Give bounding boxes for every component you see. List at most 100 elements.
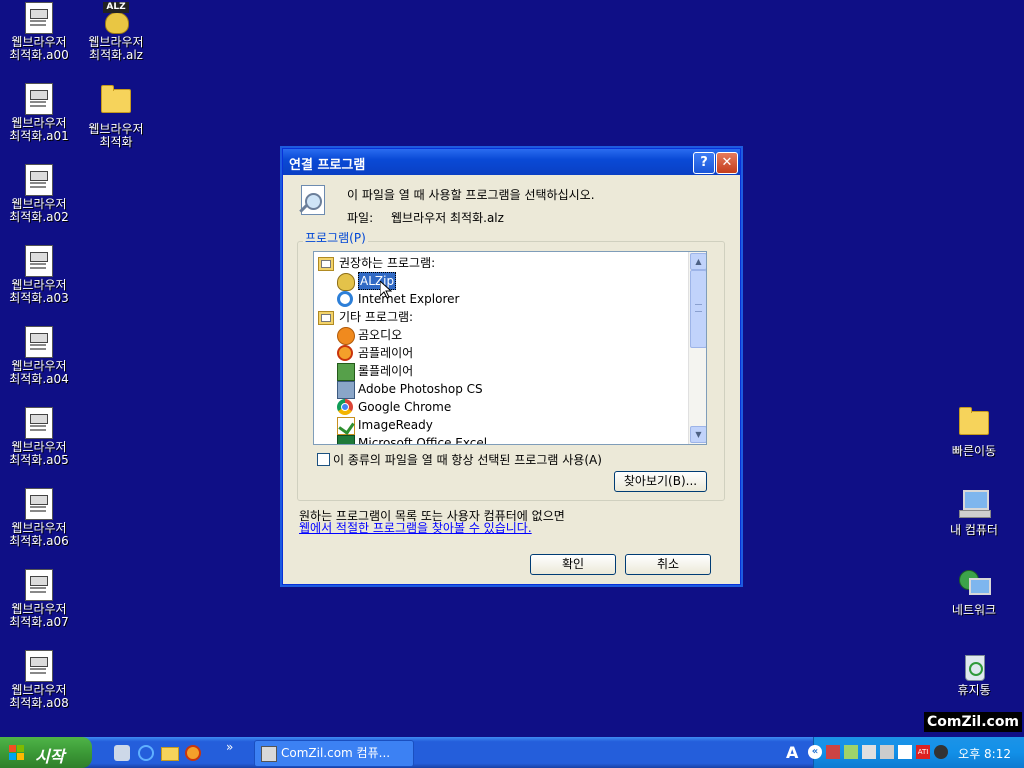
desktop-file-icon[interactable]: 웹브라우저 최적화.a07 xyxy=(1,569,77,629)
start-label: 시작 xyxy=(35,747,65,766)
program-label: Microsoft Office Excel xyxy=(358,436,488,445)
scroll-down-button[interactable]: ▼ xyxy=(690,426,706,443)
desktop-file-icon[interactable]: 웹브라우저 최적화.a05 xyxy=(1,407,77,467)
cancel-button[interactable]: 취소 xyxy=(625,554,711,575)
desktop-file-icon[interactable]: 웹브라우저 최적화.a06 xyxy=(1,488,77,548)
security-tray-icon[interactable] xyxy=(826,745,840,759)
rollplayer-icon xyxy=(337,363,355,381)
program-label: Google Chrome xyxy=(358,400,452,414)
gomplayer-quicklaunch-icon[interactable] xyxy=(185,745,201,761)
help-button[interactable]: ? xyxy=(693,152,715,174)
quick-move-desktop-icon[interactable]: 빠른이동 xyxy=(936,406,1012,458)
language-bar-icon[interactable]: A xyxy=(786,743,798,762)
instruction-text: 이 파일을 열 때 사용할 프로그램을 선택하십시오. xyxy=(347,188,595,202)
gomplayer-icon xyxy=(337,345,353,361)
desktop-file-label-2: 최적화.a00 xyxy=(9,48,69,62)
category-icon xyxy=(318,311,334,325)
taskbar: 시작 » ComZil.com 컴퓨... A « ATI 오후 8:12 xyxy=(0,737,1024,768)
dialog-title: 연결 프로그램 xyxy=(289,158,366,173)
programs-group-label: 프로그램(P) xyxy=(303,229,368,246)
open-with-dialog: 연결 프로그램 ? ✕ 이 파일을 열 때 사용할 프로그램을 선택하십시오. … xyxy=(282,148,741,585)
network-icon xyxy=(959,570,991,600)
scroll-up-button[interactable]: ▲ xyxy=(690,253,706,270)
program-label: ImageReady xyxy=(358,418,433,432)
ok-button[interactable]: 확인 xyxy=(530,554,616,575)
program-list[interactable]: 권장하는 프로그램: ALZip Internet Explorer 기타 프로그램:… xyxy=(313,251,707,445)
tray-expand-icon[interactable]: « xyxy=(808,745,822,759)
recycle-bin-desktop-icon[interactable]: 휴지통 xyxy=(936,650,1012,697)
display-tray-icon[interactable] xyxy=(880,745,894,759)
browse-button[interactable]: 찾아보기(B)... xyxy=(614,471,707,492)
folder-desktop-icon[interactable]: 웹브라우저 최적화 xyxy=(78,84,154,149)
program-label: 곰오디오 xyxy=(358,328,403,342)
document-icon xyxy=(25,569,53,601)
category-icon xyxy=(318,257,334,271)
ie-icon xyxy=(337,291,353,307)
folder-label-2: 최적화 xyxy=(99,135,133,149)
clock: 오후 8:12 xyxy=(958,747,1011,761)
alz-archive-icon: ALZ xyxy=(103,2,129,34)
program-label: 기타 프로그램: xyxy=(339,310,414,324)
desktop-file-label-2: 최적화.a08 xyxy=(9,696,69,710)
desktop-file-icon[interactable]: 웹브라우저 최적화.a08 xyxy=(1,650,77,710)
list-scrollbar[interactable]: ▲ ▼ xyxy=(688,252,706,444)
program-label: Adobe Photoshop CS xyxy=(358,382,483,396)
watermark: ComZil.com xyxy=(924,712,1022,732)
always-use-checkbox[interactable] xyxy=(317,453,330,466)
desktop-file-label-2: 최적화.a07 xyxy=(9,615,69,629)
folder-icon xyxy=(101,85,131,113)
dialog-titlebar[interactable]: 연결 프로그램 ? ✕ xyxy=(283,149,740,175)
program-label: 롤플레이어 xyxy=(358,364,414,378)
volume-tray-icon[interactable] xyxy=(934,745,948,759)
settings-quicklaunch-icon[interactable] xyxy=(114,745,130,761)
my-computer-desktop-icon[interactable]: 내 컴퓨터 xyxy=(936,488,1012,537)
recycle-bin-icon xyxy=(962,650,986,681)
gomaudio-icon xyxy=(337,327,355,345)
file-name: 웹브라우저 최적화.alz xyxy=(391,211,504,225)
monitor-tray-icon[interactable] xyxy=(898,745,912,759)
taskbar-window-title: ComZil.com 컴퓨... xyxy=(281,746,391,760)
network-desktop-icon[interactable]: 네트워크 xyxy=(936,569,1012,617)
desktop-file-icon[interactable]: 웹브라우저 최적화.a03 xyxy=(1,245,77,305)
document-icon xyxy=(25,650,53,682)
explorer-quicklaunch-icon[interactable] xyxy=(161,747,179,761)
computer-icon xyxy=(959,490,991,518)
desktop-file-label-2: 최적화.a04 xyxy=(9,372,69,386)
my-computer-label: 내 컴퓨터 xyxy=(950,523,998,537)
desktop-file-label-2: 최적화.a03 xyxy=(9,291,69,305)
quicklaunch-overflow-icon[interactable]: » xyxy=(226,740,233,754)
desktop-file-icon[interactable]: 웹브라우저 최적화.a00 xyxy=(1,2,77,62)
document-icon xyxy=(25,245,53,277)
desktop-file-icon[interactable]: 웹브라우저 최적화.a02 xyxy=(1,164,77,224)
scroll-thumb[interactable] xyxy=(690,270,706,348)
desktop-file-icon[interactable]: 웹브라우저 최적화.a01 xyxy=(1,83,77,143)
photoshop-icon xyxy=(337,381,355,399)
usb-tray-icon[interactable] xyxy=(844,745,858,759)
find-program-icon xyxy=(299,185,327,215)
imageready-icon xyxy=(337,417,355,435)
mouse-pointer-icon xyxy=(379,279,393,302)
folder-icon xyxy=(959,407,989,435)
program-label: Internet Explorer xyxy=(358,292,460,306)
taskbar-window-button[interactable]: ComZil.com 컴퓨... xyxy=(254,740,414,767)
network-tray-icon[interactable] xyxy=(862,745,876,759)
ati-tray-icon[interactable]: ATI xyxy=(916,745,930,759)
ie-quicklaunch-icon[interactable] xyxy=(138,745,154,761)
always-use-label[interactable]: 이 종류의 파일을 열 때 항상 선택된 프로그램 사용(A) xyxy=(333,451,602,468)
start-button[interactable]: 시작 xyxy=(0,737,92,768)
desktop-file-label-2: 최적화.a05 xyxy=(9,453,69,467)
desktop-file-icon[interactable]: 웹브라우저 최적화.a04 xyxy=(1,326,77,386)
file-label: 파일: xyxy=(347,211,374,225)
desktop-file-label-2: 최적화.a06 xyxy=(9,534,69,548)
program-label: 권장하는 프로그램: xyxy=(339,256,436,270)
alz-file-icon[interactable]: ALZ 웹브라우저 최적화.alz xyxy=(78,2,154,62)
alz-badge: ALZ xyxy=(103,2,129,13)
web-search-link[interactable]: 웹에서 적절한 프로그램을 찾아볼 수 있습니다. xyxy=(299,519,532,536)
desktop-file-label-2: 최적화.a02 xyxy=(9,210,69,224)
document-icon xyxy=(25,407,53,439)
quick-move-label: 빠른이동 xyxy=(951,444,997,458)
recycle-bin-label: 휴지통 xyxy=(957,683,991,697)
document-icon xyxy=(25,326,53,358)
close-button[interactable]: ✕ xyxy=(716,152,738,174)
document-icon xyxy=(25,488,53,520)
